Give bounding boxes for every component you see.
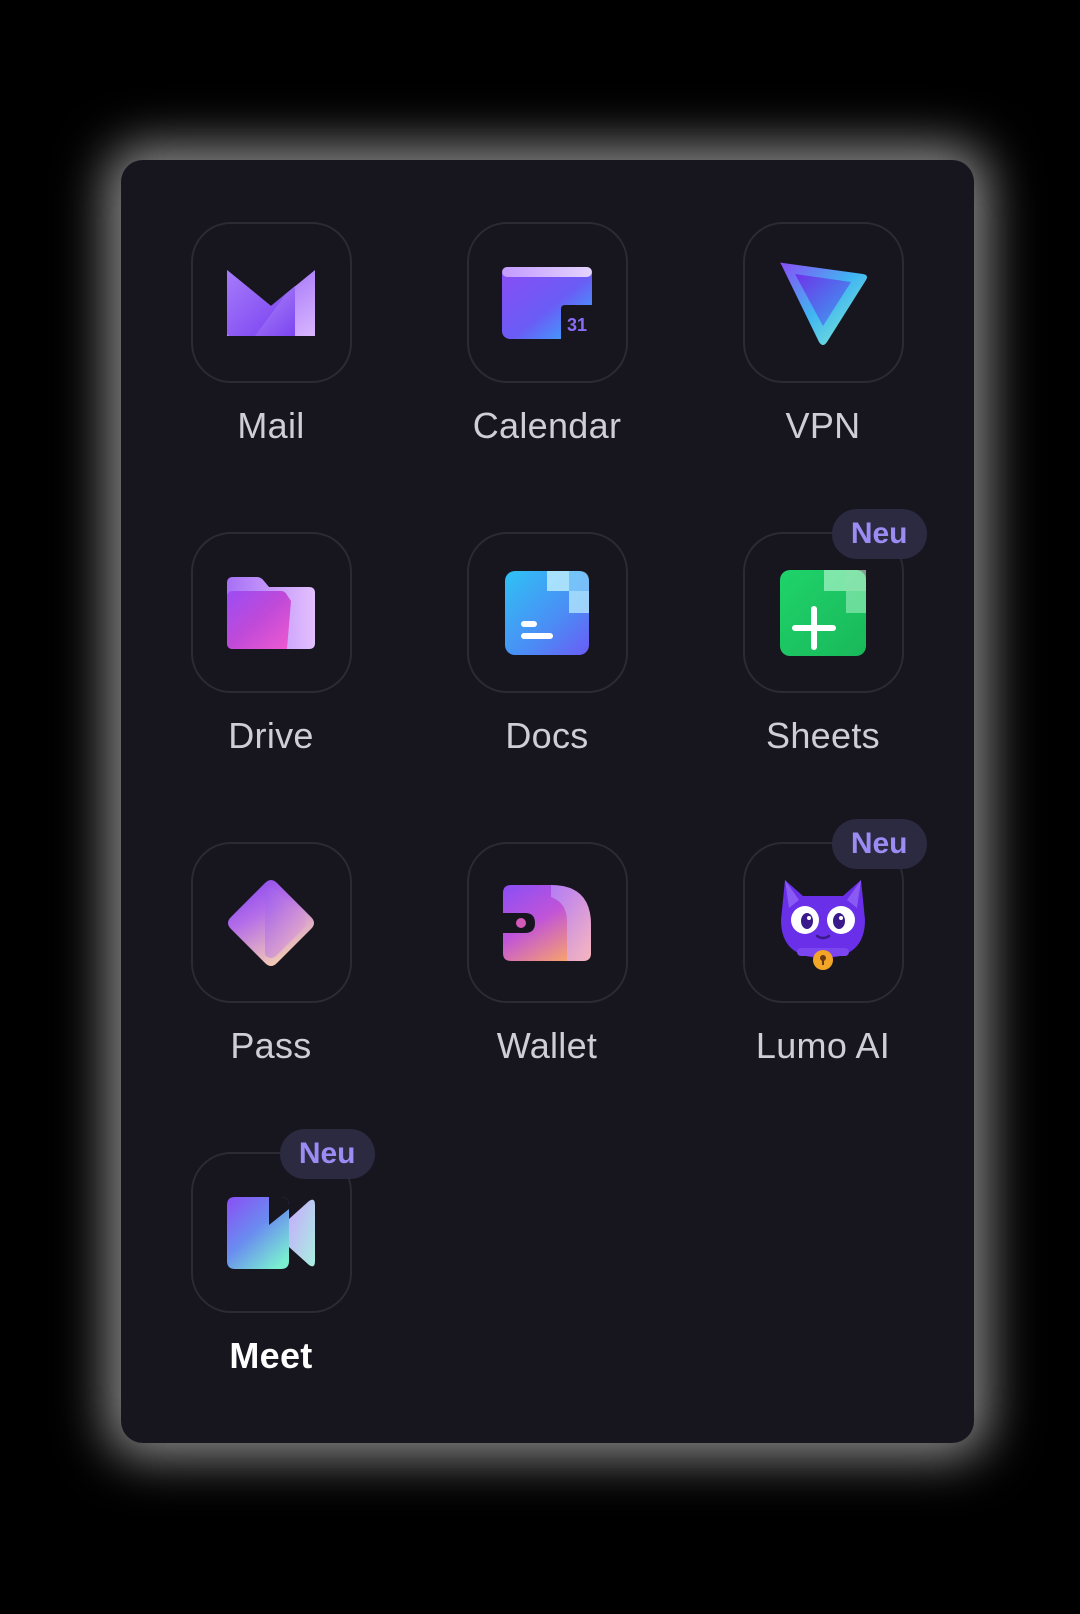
app-tile-docs[interactable]: Docs (427, 532, 667, 792)
app-icon-box-lumo-ai[interactable]: Neu (742, 819, 927, 1003)
spreadsheet-icon (780, 569, 866, 656)
app-icon-box-pass[interactable] (190, 842, 352, 1003)
app-label-lumo-ai: Lumo AI (755, 1025, 891, 1066)
calendar-icon: 31 (502, 266, 592, 339)
app-label-pass: Pass (230, 1025, 312, 1066)
app-label-wallet: Wallet (496, 1025, 598, 1066)
app-label-docs: Docs (505, 715, 589, 756)
app-tile-calendar[interactable]: 31 Calendar (427, 222, 667, 482)
app-tile-drive[interactable]: Drive (151, 532, 391, 792)
app-tile-pass[interactable]: Pass (151, 842, 391, 1102)
app-tile-sheets[interactable]: Neu Sheets (703, 509, 943, 792)
app-icon-box-drive[interactable] (190, 532, 352, 693)
app-label-sheets: Sheets (766, 715, 880, 756)
cat-icon (781, 879, 865, 970)
wallet-icon (503, 884, 591, 961)
app-icon-box-wallet[interactable] (466, 842, 628, 1003)
app-label-vpn: VPN (785, 405, 861, 446)
app-switcher-panel: Mail 31 Calendar VPN Drive Docs Neu Shee… (121, 160, 974, 1443)
app-tile-meet[interactable]: Neu Meet (151, 1129, 391, 1412)
mail-icon (227, 269, 315, 336)
app-tile-mail[interactable]: Mail (151, 222, 391, 482)
app-label-meet: Meet (229, 1335, 313, 1376)
app-icon-box-mail[interactable] (190, 222, 352, 383)
app-label-calendar: Calendar (472, 405, 622, 446)
calendar-day-number: 31 (567, 315, 587, 335)
app-icon-box-meet[interactable]: Neu (190, 1129, 375, 1313)
new-badge-sheets: Neu (831, 509, 927, 559)
folder-icon (227, 576, 315, 649)
document-icon (505, 570, 589, 655)
video-camera-icon (227, 1196, 315, 1269)
vpn-icon (780, 262, 867, 345)
app-icon-box-docs[interactable] (466, 532, 628, 693)
app-icon-box-vpn[interactable] (742, 222, 904, 383)
app-label-drive: Drive (228, 715, 314, 756)
app-tile-lumo-ai[interactable]: Neu Lumo AI (703, 819, 943, 1102)
new-badge-meet: Neu (279, 1129, 375, 1179)
app-icon-box-calendar[interactable]: 31 (466, 222, 628, 383)
app-tile-vpn[interactable]: VPN (703, 222, 943, 482)
app-label-mail: Mail (237, 405, 305, 446)
app-tile-wallet[interactable]: Wallet (427, 842, 667, 1102)
diamond-key-icon (228, 879, 314, 966)
new-badge-lumo-ai: Neu (831, 819, 927, 869)
app-icon-box-sheets[interactable]: Neu (742, 509, 927, 693)
